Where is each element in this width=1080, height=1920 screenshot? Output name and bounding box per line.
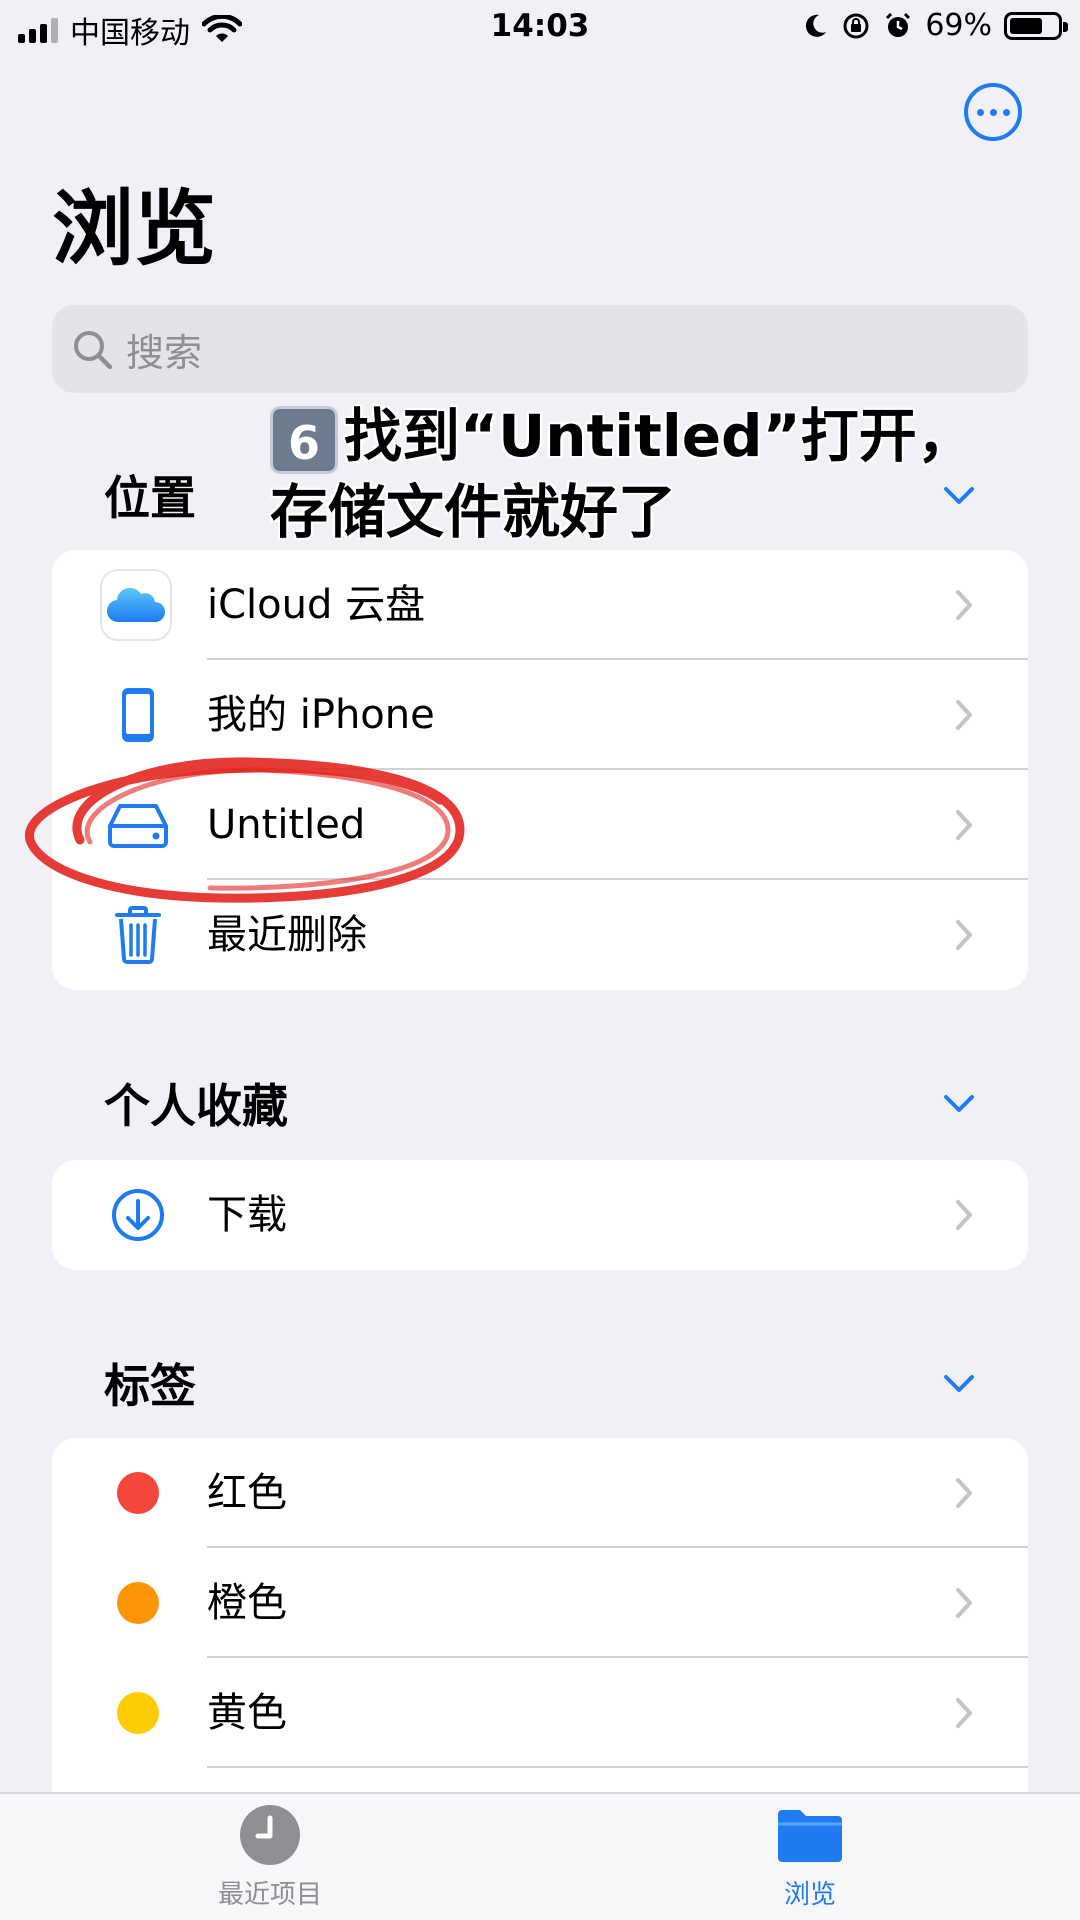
chevron-down-icon[interactable] — [942, 1372, 976, 1396]
tags-list: 红色 橙色 黄色 — [52, 1438, 1028, 1792]
section-header-favorites: 个人收藏 — [104, 1079, 288, 1133]
instruction-overlay: 6 找到“Untitled”打开， — [270, 398, 975, 474]
chevron-right-icon — [956, 1698, 972, 1728]
tag-dot-icon — [98, 1563, 178, 1643]
section-header-locations: 位置 — [104, 471, 196, 525]
tab-label: 浏览 — [783, 1880, 836, 1910]
red-circle-annotation — [25, 757, 465, 903]
tab-recents[interactable]: 最近项目 — [170, 1804, 370, 1911]
list-item-downloads[interactable]: 下载 — [52, 1160, 1028, 1270]
list-item-label: 下载 — [207, 1192, 287, 1238]
chevron-right-icon — [956, 920, 972, 950]
status-right: 69% — [801, 8, 1068, 43]
list-item-tag-yellow[interactable]: 黄色 — [52, 1658, 1028, 1768]
chevron-down-icon[interactable] — [942, 484, 976, 508]
chevron-right-icon — [956, 1200, 972, 1230]
instruction-line-1: 找到“Untitled”打开， — [344, 402, 975, 470]
tab-bar: 最近项目 浏览 — [0, 1792, 1080, 1920]
instruction-line-2: 存储文件就好了 — [270, 478, 677, 546]
battery-percentage: 69% — [925, 8, 992, 43]
rotation-lock-icon — [843, 13, 869, 38]
list-item-label: 黄色 — [207, 1690, 287, 1736]
tab-browse[interactable]: 浏览 — [710, 1804, 910, 1911]
tag-dot-icon — [98, 1453, 178, 1533]
moon-icon — [806, 14, 827, 37]
list-item-label: iCloud 云盘 — [207, 582, 426, 628]
search-icon — [74, 331, 113, 370]
folder-icon — [778, 1810, 842, 1862]
chevron-right-icon — [956, 1478, 972, 1508]
chevron-right-icon — [956, 700, 972, 730]
tag-dot-icon — [98, 1673, 178, 1753]
chevron-right-icon — [956, 810, 972, 840]
alarm-icon — [886, 12, 911, 37]
list-item-tag-red[interactable]: 红色 — [52, 1438, 1028, 1548]
list-item-label: 红色 — [207, 1470, 287, 1516]
list-item-icloud[interactable]: iCloud 云盘 — [52, 550, 1028, 660]
battery-icon — [1004, 11, 1068, 40]
divider — [207, 1766, 1028, 1768]
list-item-tag-orange[interactable]: 橙色 — [52, 1548, 1028, 1658]
status-bar: 中国移动 14:03 69% — [0, 0, 1080, 56]
page-title: 浏览 — [52, 182, 217, 277]
search-field[interactable]: 搜索 — [52, 305, 1028, 393]
download-icon — [98, 1175, 178, 1255]
step-number-badge: 6 — [270, 405, 338, 474]
chevron-down-icon[interactable] — [942, 1092, 976, 1116]
search-placeholder: 搜索 — [126, 330, 203, 375]
chevron-right-icon — [956, 1588, 972, 1618]
favorites-list: 下载 — [52, 1160, 1028, 1270]
icloud-icon — [100, 569, 172, 641]
more-options-button[interactable] — [964, 83, 1022, 141]
clock-icon — [240, 1805, 300, 1865]
list-item-label: 橙色 — [207, 1580, 287, 1626]
chevron-right-icon — [956, 590, 972, 620]
tab-label: 最近项目 — [217, 1880, 322, 1910]
section-header-tags: 标签 — [104, 1359, 196, 1413]
